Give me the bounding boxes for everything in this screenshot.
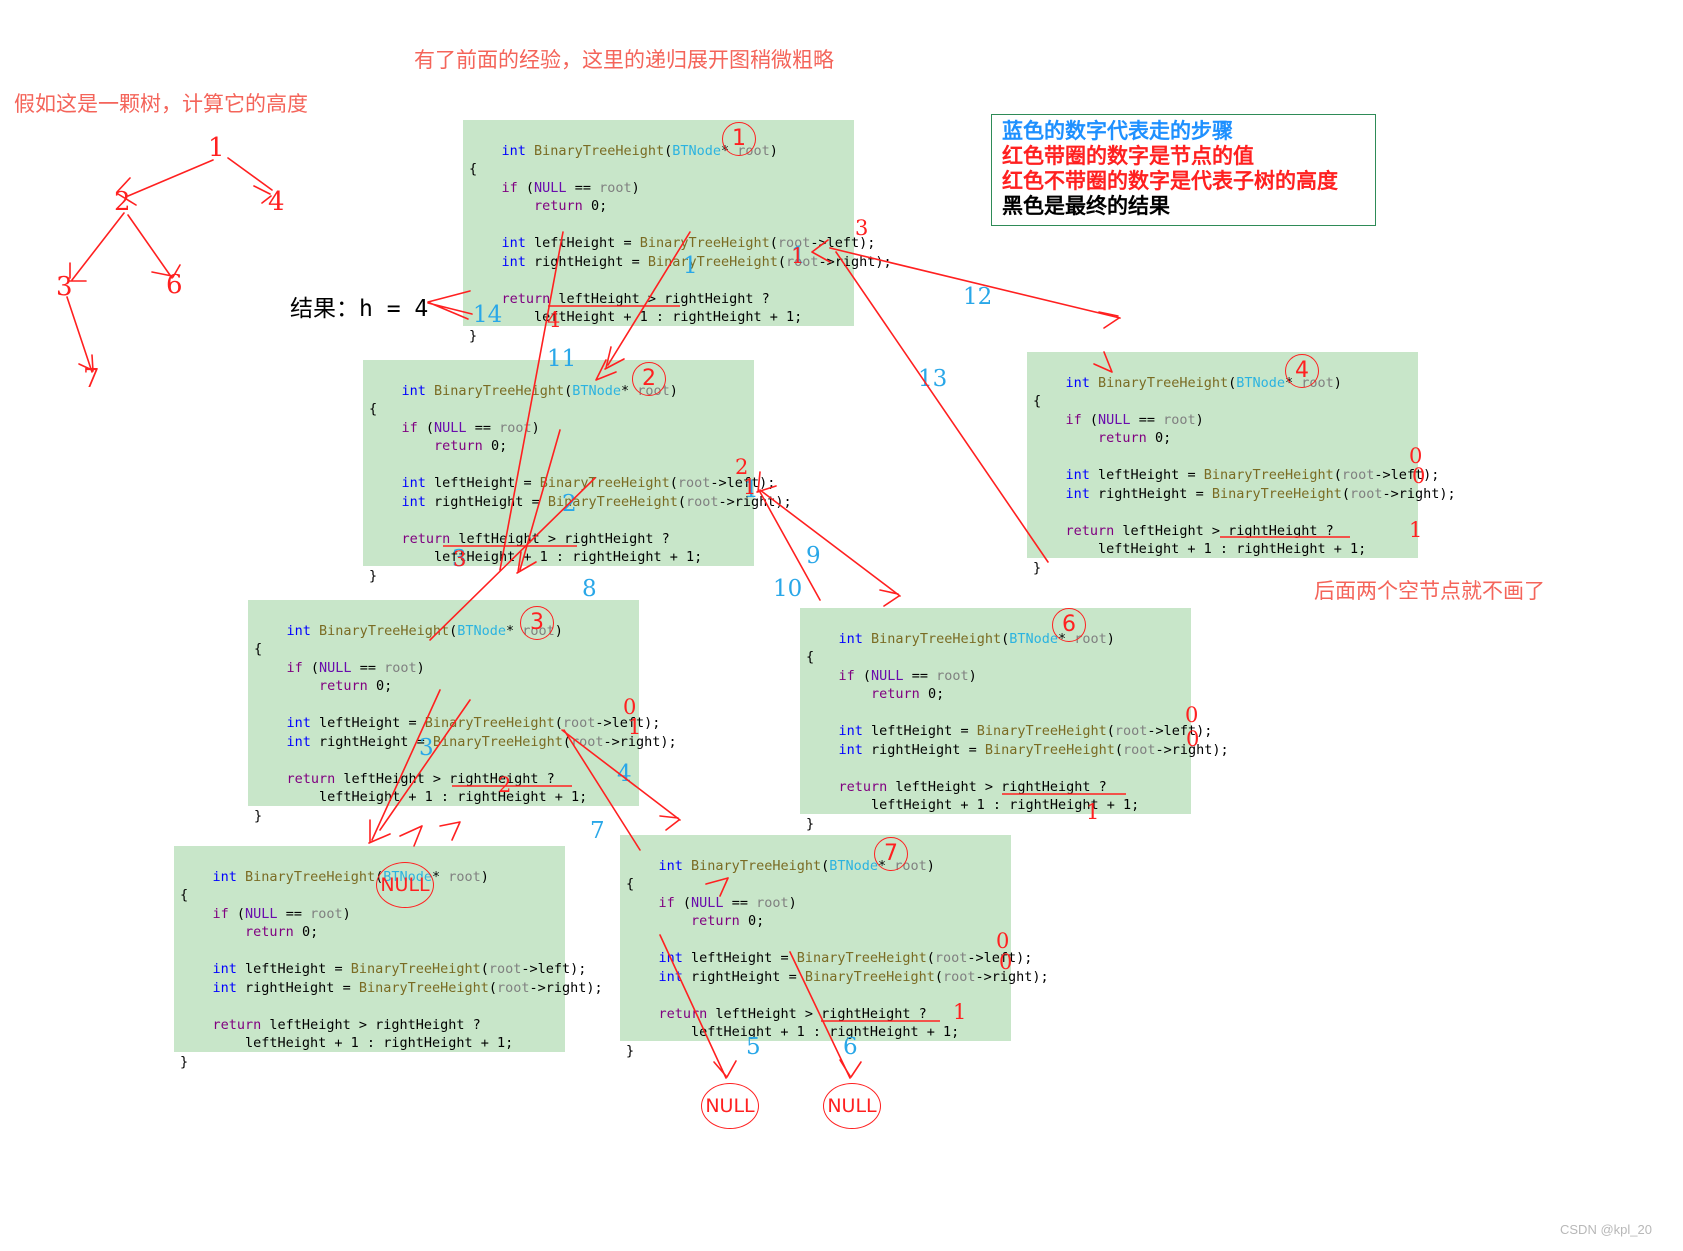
code-text: int BinaryTreeHeight(BTNode* root) { if … — [469, 142, 892, 344]
height-number: 0 — [1412, 464, 1426, 488]
step-number: 3 — [419, 735, 434, 761]
height-number: 1 — [953, 1000, 967, 1024]
arrowhead-1-to-4 — [1098, 311, 1120, 329]
node-value-badge-1: 1 — [722, 122, 756, 156]
tree-edge-3-7 — [66, 296, 93, 373]
code-text: int BinaryTreeHeight(BTNode* root) { if … — [254, 622, 677, 824]
step-number: 5 — [746, 1034, 761, 1060]
height-number: 0 — [1185, 703, 1199, 727]
legend-box: 蓝色的数字代表走的步骤 红色带圈的数字是节点的值 红色不带圈的数字是代表子树的高… — [991, 114, 1376, 226]
arrow-4-to-1-return — [835, 251, 1049, 563]
height-number: 1 — [1086, 800, 1100, 824]
height-number: 0 — [996, 929, 1010, 953]
null-circle-right: NULL — [823, 1083, 881, 1129]
step-number: 13 — [918, 366, 948, 392]
node-value-badge-2: 2 — [632, 362, 666, 396]
height-number: 3 — [453, 547, 467, 571]
height-number: 0 — [1186, 727, 1200, 751]
caret-block-null — [399, 825, 423, 847]
height-number: 4 — [547, 308, 561, 332]
legend-line-red-plain: 红色不带圈的数字是代表子树的高度 — [1002, 169, 1338, 193]
arrowhead-7-to-null-right — [839, 1059, 862, 1078]
arrowhead-2-to-6 — [879, 589, 900, 607]
height-number: 1 — [743, 475, 757, 499]
step-number: 6 — [843, 1034, 858, 1060]
step-number: 11 — [547, 346, 577, 372]
tree-edge-2-3 — [71, 212, 125, 281]
tree-edge-1-4 — [227, 157, 273, 191]
code-block-node-2: int BinaryTreeHeight(BTNode* root) { if … — [363, 360, 792, 584]
code-text: int BinaryTreeHeight(BTNode* root) { if … — [1033, 374, 1456, 576]
tree-node-4: 4 — [268, 187, 285, 217]
result-text: 结果：h = 4 — [290, 296, 429, 322]
arrowhead-3-to-7 — [659, 815, 680, 831]
step-number: 8 — [582, 576, 597, 602]
skip-note: 后面两个空节点就不画了 — [1314, 579, 1545, 603]
step-number: 7 — [590, 818, 605, 844]
tree-note: 假如这是一颗树，计算它的高度 — [14, 92, 308, 116]
title-note: 有了前面的经验，这里的递归展开图稍微粗略 — [414, 48, 834, 72]
tree-edge-1-2 — [127, 159, 214, 197]
step-number: 14 — [473, 302, 503, 328]
step-number: 12 — [963, 284, 993, 310]
arrowhead-3-to-null — [368, 819, 391, 844]
code-text: int BinaryTreeHeight(BTNode* root) { if … — [806, 630, 1229, 832]
tree-node-3: 3 — [56, 272, 73, 302]
height-number: 2 — [498, 773, 512, 797]
tree-node-7: 7 — [83, 364, 100, 394]
legend-line-black: 黑色是最终的结果 — [1002, 194, 1170, 218]
null-circle-left: NULL — [701, 1083, 759, 1129]
tree-node-2: 2 — [114, 187, 131, 217]
tree-node-6: 6 — [166, 270, 183, 300]
code-block-node-1: int BinaryTreeHeight(BTNode* root) { if … — [463, 120, 892, 344]
caret-block-3 — [439, 821, 461, 841]
code-block-node-3: int BinaryTreeHeight(BTNode* root) { if … — [248, 600, 677, 824]
node-value-badge-4: 4 — [1285, 354, 1319, 388]
tree-edge-2-6 — [127, 214, 173, 279]
height-number: 3 — [855, 216, 869, 240]
step-number: 4 — [617, 761, 632, 787]
code-text: int BinaryTreeHeight(BTNode* root) { if … — [626, 857, 1049, 1059]
code-block-node-null: int BinaryTreeHeight(BTNode* root) { if … — [174, 846, 603, 1070]
code-block-node-6: int BinaryTreeHeight(BTNode* root) { if … — [800, 608, 1229, 832]
height-number: 1 — [791, 244, 805, 268]
step-number: 2 — [562, 491, 577, 517]
node-value-badge-6: 6 — [1052, 608, 1086, 642]
step-number: 10 — [773, 576, 803, 602]
legend-line-red-circled: 红色带圈的数字是节点的值 — [1002, 144, 1254, 168]
node-value-badge-3: 3 — [520, 606, 554, 640]
step-number: 1 — [683, 253, 698, 279]
node-value-badge-7: 7 — [874, 837, 908, 871]
height-number: 1 — [628, 715, 642, 739]
diagram-canvas: 有了前面的经验，这里的递归展开图稍微粗略 假如这是一颗树，计算它的高度 1 2 … — [0, 0, 1683, 1251]
height-number: 0 — [999, 950, 1013, 974]
tree-node-1: 1 — [208, 133, 225, 163]
legend-line-blue: 蓝色的数字代表走的步骤 — [1002, 119, 1233, 143]
code-text: int BinaryTreeHeight(BTNode* root) { if … — [369, 382, 792, 584]
watermark: CSDN @kpl_20 — [1560, 1222, 1652, 1237]
height-number: 1 — [1409, 518, 1423, 542]
arrowhead-7-to-null-left — [713, 1060, 737, 1078]
step-number: 9 — [806, 543, 821, 569]
code-block-node-4: int BinaryTreeHeight(BTNode* root) { if … — [1027, 352, 1456, 576]
node-value-badge-null: NULL — [376, 862, 434, 908]
